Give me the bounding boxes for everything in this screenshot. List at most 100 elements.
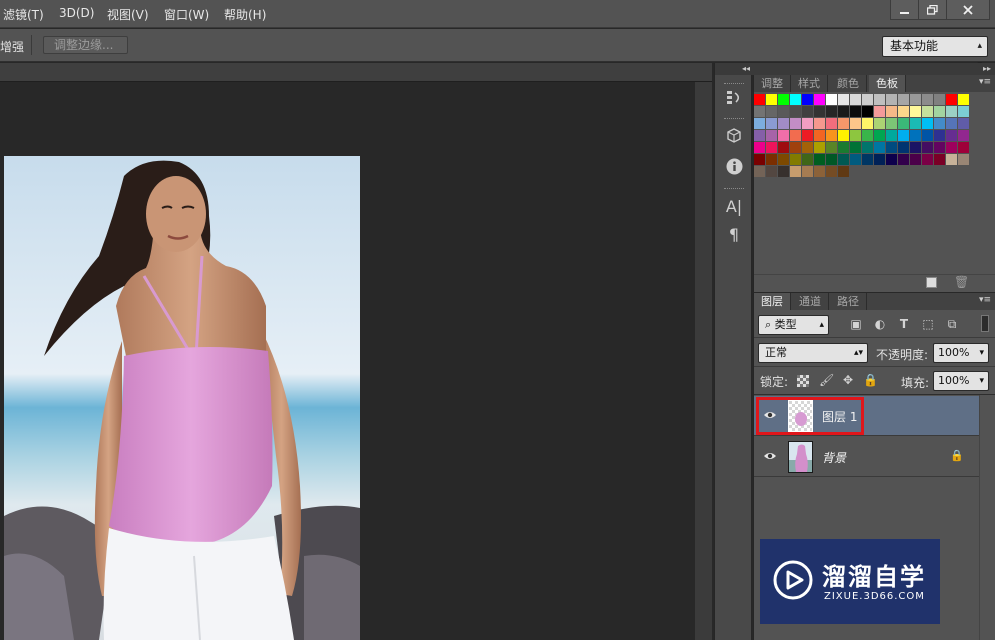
color-swatch[interactable]: [898, 142, 909, 153]
color-swatch[interactable]: [874, 154, 885, 165]
color-swatch[interactable]: [958, 154, 969, 165]
tab-paths[interactable]: 路径: [830, 293, 867, 310]
opacity-field[interactable]: 100% ▾: [933, 343, 989, 363]
color-swatch[interactable]: [910, 94, 921, 105]
color-swatch[interactable]: [778, 130, 789, 141]
color-swatch[interactable]: [850, 118, 861, 129]
character-icon[interactable]: A|: [725, 198, 743, 216]
layer-row[interactable]: 背景 🔒: [754, 437, 979, 477]
color-swatch[interactable]: [778, 142, 789, 153]
color-swatch[interactable]: [862, 106, 873, 117]
color-swatch[interactable]: [910, 130, 921, 141]
color-swatch[interactable]: [922, 130, 933, 141]
color-swatch[interactable]: [838, 106, 849, 117]
close-button[interactable]: [946, 0, 990, 20]
layer-name[interactable]: 背景: [822, 449, 846, 466]
color-swatch[interactable]: [898, 154, 909, 165]
color-swatch[interactable]: [862, 130, 873, 141]
color-swatch[interactable]: [826, 106, 837, 117]
color-swatch[interactable]: [946, 130, 957, 141]
color-swatch[interactable]: [790, 106, 801, 117]
move-icon[interactable]: ✥: [841, 373, 855, 387]
color-swatch[interactable]: [886, 154, 897, 165]
refine-edge-button[interactable]: 调整边缘...: [43, 36, 128, 54]
color-swatch[interactable]: [922, 106, 933, 117]
color-swatch[interactable]: [754, 142, 765, 153]
color-swatch[interactable]: [814, 130, 825, 141]
color-swatch[interactable]: [934, 118, 945, 129]
panel-menu-icon[interactable]: ▾≡: [979, 295, 991, 305]
color-swatch[interactable]: [850, 106, 861, 117]
color-swatch[interactable]: [850, 94, 861, 105]
color-swatch[interactable]: [850, 142, 861, 153]
color-swatch[interactable]: [754, 94, 765, 105]
color-swatch[interactable]: [802, 118, 813, 129]
color-swatch[interactable]: [922, 154, 933, 165]
color-swatch[interactable]: [922, 94, 933, 105]
color-swatch[interactable]: [826, 118, 837, 129]
tab-channels[interactable]: 通道: [792, 293, 829, 310]
color-swatch[interactable]: [790, 154, 801, 165]
lock-icon[interactable]: 🔒: [863, 373, 878, 387]
color-swatch[interactable]: [802, 106, 813, 117]
color-swatch[interactable]: [862, 154, 873, 165]
color-swatch[interactable]: [874, 94, 885, 105]
fill-field[interactable]: 100% ▾: [933, 371, 989, 391]
color-swatch[interactable]: [946, 154, 957, 165]
color-swatch[interactable]: [910, 106, 921, 117]
color-swatch[interactable]: [826, 166, 837, 177]
color-swatch[interactable]: [826, 142, 837, 153]
layers-scrollbar[interactable]: [979, 395, 995, 640]
color-swatch[interactable]: [754, 166, 765, 177]
menu-3d[interactable]: 3D(D): [59, 6, 94, 20]
color-swatch[interactable]: [934, 106, 945, 117]
lock-transparency-icon[interactable]: [797, 375, 809, 387]
color-swatch[interactable]: [766, 130, 777, 141]
color-swatch[interactable]: [910, 154, 921, 165]
color-swatch[interactable]: [838, 154, 849, 165]
canvas-scrollbar[interactable]: [695, 82, 712, 640]
layer-filter-select[interactable]: ⌕ 类型 ▴: [758, 315, 829, 335]
color-swatch[interactable]: [898, 106, 909, 117]
color-swatch[interactable]: [958, 94, 969, 105]
color-swatch[interactable]: [946, 118, 957, 129]
color-swatch[interactable]: [958, 106, 969, 117]
color-swatch[interactable]: [766, 142, 777, 153]
grip-handle[interactable]: [724, 83, 744, 85]
eye-icon[interactable]: [763, 449, 777, 463]
color-swatch[interactable]: [886, 94, 897, 105]
shape-filter-icon[interactable]: ⬚: [921, 317, 935, 331]
color-swatch[interactable]: [898, 94, 909, 105]
color-swatch[interactable]: [958, 118, 969, 129]
color-swatch[interactable]: [814, 166, 825, 177]
color-swatch[interactable]: [778, 94, 789, 105]
image-filter-icon[interactable]: ▣: [849, 317, 863, 331]
color-swatch[interactable]: [946, 106, 957, 117]
grip-handle[interactable]: [724, 118, 744, 120]
color-swatch[interactable]: [874, 106, 885, 117]
color-swatch[interactable]: [874, 130, 885, 141]
smart-object-filter-icon[interactable]: ⧉: [945, 317, 959, 331]
panel-menu-icon[interactable]: ▾≡: [979, 77, 991, 87]
color-swatch[interactable]: [802, 130, 813, 141]
filter-toggle[interactable]: [981, 315, 989, 332]
color-swatch[interactable]: [814, 94, 825, 105]
color-swatch[interactable]: [754, 118, 765, 129]
restore-button[interactable]: [918, 0, 947, 20]
3d-cube-icon[interactable]: [725, 128, 743, 146]
color-swatch[interactable]: [898, 130, 909, 141]
color-swatch[interactable]: [814, 142, 825, 153]
text-filter-icon[interactable]: T: [897, 317, 911, 331]
color-swatch[interactable]: [838, 130, 849, 141]
expand-arrows-icon[interactable]: ▸▸: [753, 63, 995, 75]
menu-window[interactable]: 窗口(W): [164, 6, 209, 23]
color-swatch[interactable]: [934, 94, 945, 105]
color-swatch[interactable]: [874, 142, 885, 153]
color-swatch[interactable]: [754, 130, 765, 141]
color-swatch[interactable]: [910, 118, 921, 129]
color-swatch[interactable]: [886, 118, 897, 129]
color-swatch[interactable]: [958, 142, 969, 153]
info-icon[interactable]: [725, 158, 743, 176]
color-swatch[interactable]: [754, 106, 765, 117]
color-swatch[interactable]: [910, 142, 921, 153]
